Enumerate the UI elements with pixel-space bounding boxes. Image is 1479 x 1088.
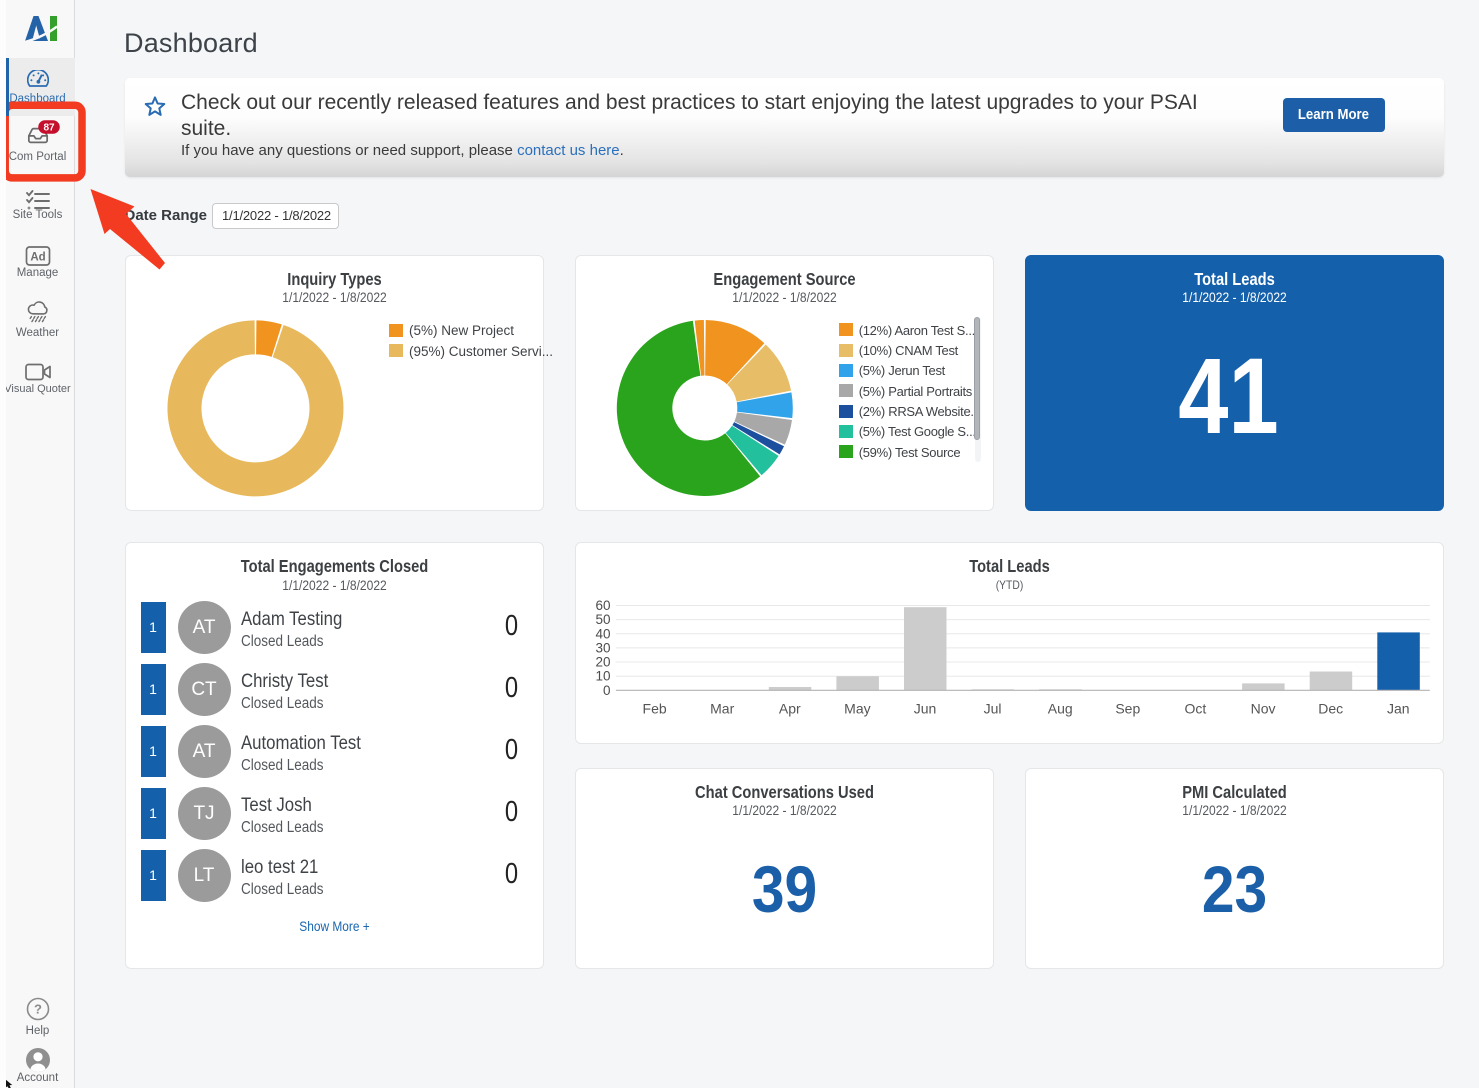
svg-text:Dec: Dec (1318, 701, 1343, 717)
svg-text:60: 60 (595, 598, 610, 613)
svg-text:40: 40 (595, 627, 610, 642)
svg-text:20: 20 (595, 655, 610, 670)
svg-text:10: 10 (595, 669, 610, 684)
svg-text:Ad: Ad (30, 252, 45, 264)
svg-text:30: 30 (595, 641, 610, 656)
svg-text:0: 0 (603, 683, 611, 698)
svg-text:87: 87 (43, 122, 55, 133)
svg-text:Jun: Jun (913, 701, 936, 717)
svg-text:Jan: Jan (1387, 701, 1410, 717)
svg-text:Feb: Feb (642, 701, 666, 717)
svg-text:Jul: Jul (983, 701, 1001, 717)
svg-text:May: May (844, 701, 870, 717)
svg-text:Apr: Apr (779, 701, 801, 717)
svg-text:50: 50 (595, 612, 610, 627)
svg-text:Sep: Sep (1115, 701, 1140, 717)
svg-text:Nov: Nov (1250, 701, 1275, 717)
svg-text:Oct: Oct (1184, 701, 1206, 717)
svg-text:?: ? (34, 1002, 42, 1017)
svg-text:Mar: Mar (710, 701, 734, 717)
svg-text:Aug: Aug (1047, 701, 1072, 717)
